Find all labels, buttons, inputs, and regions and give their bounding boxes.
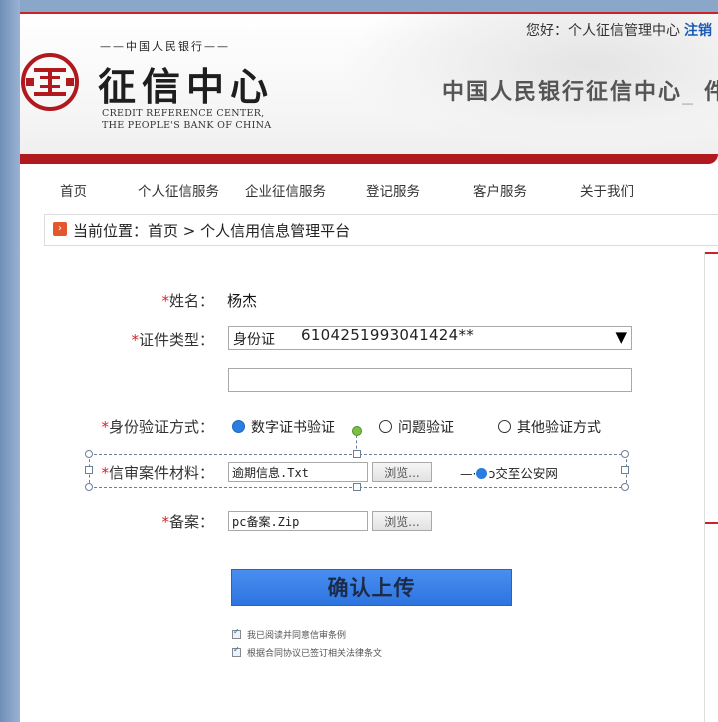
resize-handle-icon[interactable]: [85, 450, 93, 458]
nav-item-enterprise[interactable]: 企业征信服务: [245, 180, 326, 200]
id-type-label: *证件类型：: [131, 329, 214, 350]
id-type-value: 身份证: [233, 332, 275, 348]
user-greeting: 您好：个人征信管理中心 注销: [526, 20, 712, 40]
resize-handle-icon[interactable]: [621, 483, 629, 491]
logo-small-text: ——中国人民银行——: [100, 40, 230, 53]
agree-text-2: 根据合同协议已签订相关法律条文: [247, 649, 383, 659]
agree-checkbox-2[interactable]: 根据合同协议已签订相关法律条文: [232, 645, 383, 659]
verify-label-text: 身份验证方式：: [108, 418, 214, 436]
logo-english-line1: CREDIT REFERENCE CENTER,: [102, 108, 265, 119]
resize-handle-icon[interactable]: [85, 483, 93, 491]
required-mark: *: [161, 513, 169, 531]
required-mark: *: [101, 464, 109, 482]
breadcrumb: › 当前位置：首页 > 个人信用信息管理平台: [44, 214, 718, 246]
window-left-edge: [0, 0, 20, 722]
nav-item-registration[interactable]: 登记服务: [366, 180, 420, 200]
page: 您好：个人征信管理中心 注销 ——中国人民银行—— 征信中心 CREDIT REF…: [20, 12, 718, 722]
radio-other-verify[interactable]: 其他验证方式: [498, 417, 601, 437]
header-red-band: [20, 154, 718, 164]
radio-unchecked-icon[interactable]: [379, 420, 392, 433]
id-extra-input[interactable]: [228, 368, 632, 392]
radio-question-label: 问题验证: [398, 420, 454, 436]
public-network-option[interactable]: —· ɔ交至公安网: [460, 463, 558, 482]
material-label-text: 信审案件材料：: [108, 464, 214, 482]
logout-link[interactable]: 注销: [684, 23, 712, 39]
record-label: *备案：: [161, 511, 214, 532]
record-file-input[interactable]: pc备案.Zip: [228, 511, 368, 531]
nav-item-personal[interactable]: 个人征信服务: [138, 180, 219, 200]
arrow-right-icon: ›: [53, 222, 67, 236]
radio-cert-verify[interactable]: 数字证书验证: [232, 417, 335, 437]
checkbox-checked-icon[interactable]: [232, 645, 241, 657]
agree-checkbox-1[interactable]: 我已阅读并同意信审条例: [232, 627, 347, 641]
site-header: 您好：个人征信管理中心 注销 ——中国人民银行—— 征信中心 CREDIT REF…: [20, 12, 718, 160]
banner-title: 中国人民银行征信中心_ 件: [442, 74, 718, 106]
resize-handle-icon[interactable]: [621, 450, 629, 458]
banner-title-tail: 件: [704, 79, 718, 105]
greeting-text: 您好：个人征信管理中心: [526, 23, 680, 39]
logo-english-line2: THE PEOPLE'S BANK OF CHINA: [102, 120, 272, 131]
nav-item-home[interactable]: 首页: [60, 180, 87, 200]
resize-handle-icon[interactable]: [621, 466, 629, 474]
banner-title-text: 中国人民银行征信中心: [442, 79, 683, 105]
verify-label: *身份验证方式：: [101, 416, 214, 437]
top-red-line: [20, 12, 718, 14]
resize-handle-icon[interactable]: [85, 466, 93, 474]
radio-question-verify[interactable]: 问题验证: [379, 417, 454, 437]
logo-main-text: 征信中心: [98, 64, 275, 109]
radio-other-label: 其他验证方式: [517, 420, 601, 436]
name-label-text: 姓名：: [168, 292, 214, 310]
agree-text-1: 我已阅读并同意信审条例: [247, 631, 347, 641]
radio-checked-icon[interactable]: [232, 420, 245, 433]
material-file-input[interactable]: 逾期信息.Txt: [228, 462, 368, 482]
main-nav: 首页 个人征信服务 企业征信服务 登记服务 客户服务 关于我们: [20, 172, 718, 208]
id-number-value: 6104251993041424**: [301, 326, 475, 344]
right-side-panel: [704, 252, 718, 722]
nav-item-about[interactable]: 关于我们: [580, 180, 634, 200]
radio-cert-label: 数字证书验证: [251, 420, 335, 436]
id-type-label-text: 证件类型：: [138, 331, 214, 349]
panel-accent-top: [705, 252, 718, 254]
public-prefix: —·: [460, 466, 477, 481]
record-label-text: 备案：: [168, 513, 214, 531]
logo-top-label: 中国人民银行: [126, 40, 204, 53]
panel-accent-mid: [705, 522, 718, 524]
dropdown-arrow-icon[interactable]: ▼: [615, 328, 627, 346]
required-mark: *: [101, 418, 109, 436]
material-browse-button[interactable]: 浏览...: [372, 462, 432, 482]
resize-handle-icon[interactable]: [353, 450, 361, 458]
breadcrumb-text: 当前位置：首页 > 个人信用信息管理平台: [73, 222, 351, 240]
name-value: 杨杰: [227, 292, 258, 310]
radio-unchecked-icon[interactable]: [498, 420, 511, 433]
pboc-emblem-icon: [21, 53, 79, 111]
name-label: *姓名：: [161, 290, 214, 311]
radio-checked-icon[interactable]: [476, 468, 488, 479]
nav-item-customer[interactable]: 客户服务: [473, 180, 527, 200]
public-network-label: ɔ交至公安网: [488, 466, 558, 481]
rotate-handle-icon[interactable]: [352, 426, 362, 436]
required-mark: *: [161, 292, 169, 310]
resize-handle-icon[interactable]: [353, 483, 361, 491]
material-label: *信审案件材料：: [101, 462, 214, 483]
record-browse-button[interactable]: 浏览...: [372, 511, 432, 531]
id-type-select[interactable]: 身份证 6104251993041424** ▼: [228, 326, 632, 350]
checkbox-checked-icon[interactable]: [232, 627, 241, 639]
required-mark: *: [131, 331, 139, 349]
confirm-upload-button[interactable]: 确认上传: [231, 569, 512, 606]
